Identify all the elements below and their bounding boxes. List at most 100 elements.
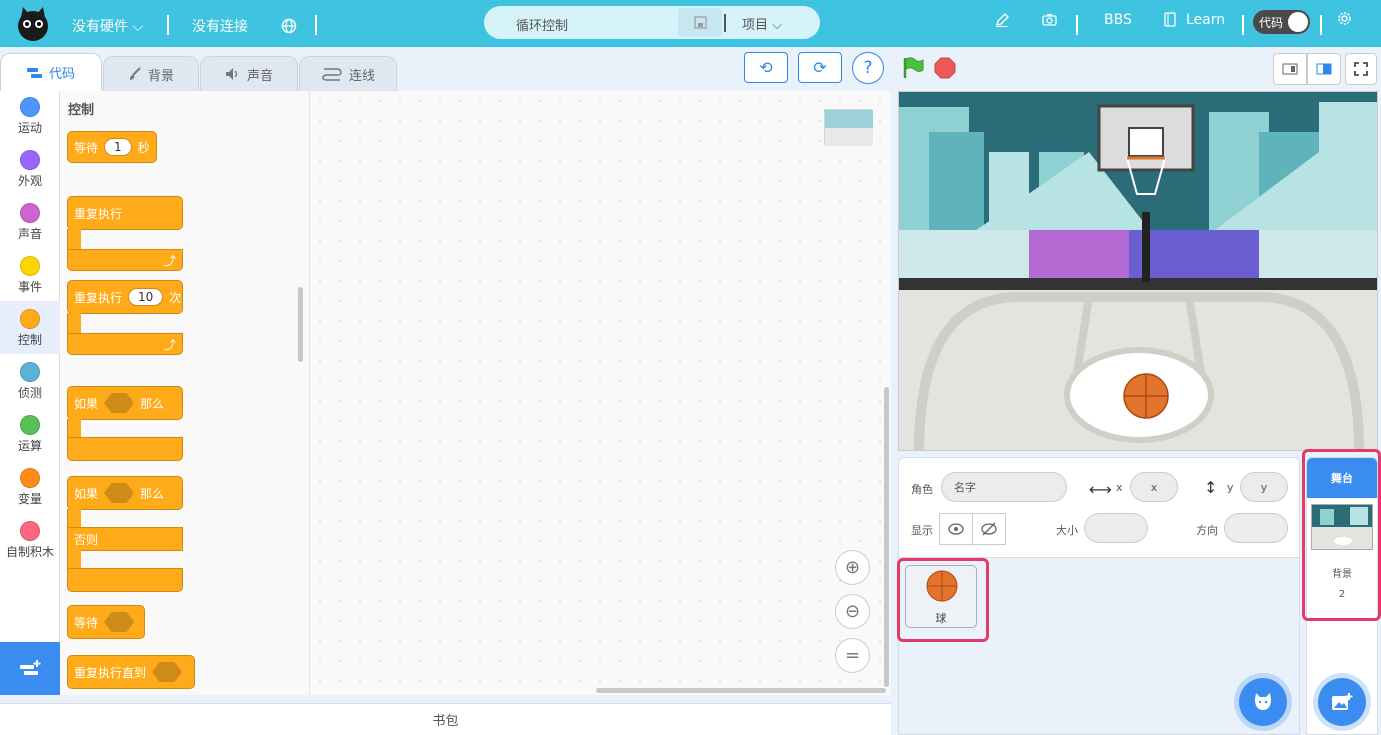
chevron-down-icon: ⌵ (772, 18, 783, 33)
redo-button[interactable]: ⟳ (798, 52, 842, 83)
block-foot (67, 568, 183, 592)
category-variables[interactable]: 变量 (0, 468, 60, 507)
save-button[interactable] (678, 8, 722, 37)
category-label: 事件 (17, 280, 42, 294)
sprite-thumbnail (824, 109, 873, 146)
workspace-hscrollbar[interactable] (596, 688, 886, 693)
zoom-out-button[interactable]: ⊖ (835, 594, 870, 629)
pencil-icon[interactable] (995, 13, 1009, 27)
direction-input[interactable] (1224, 513, 1288, 543)
category-looks[interactable]: 外观 (0, 150, 60, 189)
tab-backdrop[interactable]: 背景 (103, 56, 199, 91)
logo-icon[interactable] (14, 4, 52, 42)
divider (315, 15, 317, 35)
project-menu[interactable]: 项目 ⌵ (742, 14, 782, 33)
tab-wiring[interactable]: 连线 (299, 56, 397, 91)
category-dot (20, 97, 40, 117)
category-label: 运算 (17, 439, 42, 453)
hardware-label: 没有硬件 (72, 19, 128, 35)
code-mode-toggle[interactable]: 代码 (1253, 10, 1310, 34)
category-sensing[interactable]: 侦测 (0, 362, 60, 401)
zoom-in-icon: ⊕ (844, 557, 861, 578)
palette-heading: 控制 (68, 103, 95, 118)
x-arrow-icon: ⟷ (1089, 480, 1112, 499)
add-sprite-button[interactable] (1239, 678, 1287, 726)
help-icon: ? (863, 58, 873, 78)
backpack-bar[interactable]: 书包 (0, 703, 891, 735)
wire-icon (322, 68, 342, 81)
category-sound[interactable]: 声音 (0, 203, 60, 242)
highlight-frame (897, 558, 989, 642)
learn-link[interactable]: Learn (1186, 12, 1225, 28)
large-stage-button[interactable] (1307, 53, 1341, 85)
x-input[interactable]: x (1130, 472, 1178, 502)
undo-button[interactable]: ⟲ (744, 52, 788, 83)
block-wait-until[interactable]: 等待 (67, 605, 145, 639)
placeholder: y (1260, 480, 1268, 494)
palette-scrollbar[interactable] (298, 287, 303, 362)
green-flag-icon[interactable] (902, 56, 924, 80)
category-motion[interactable]: 运动 (0, 97, 60, 136)
add-backdrop-button[interactable] (1318, 678, 1366, 726)
code-workspace[interactable] (310, 91, 891, 695)
block-if-else[interactable]: 如果 那么 (67, 476, 183, 510)
eye-off-icon (981, 522, 997, 536)
toggle-knob (1288, 12, 1308, 32)
fullscreen-button[interactable] (1345, 53, 1377, 85)
category-operators[interactable]: 运算 (0, 415, 60, 454)
workspace-vscrollbar[interactable] (884, 387, 889, 687)
hide-sprite-button[interactable] (972, 513, 1006, 545)
block-repeat[interactable]: 重复执行 10 次 (67, 280, 183, 314)
y-input[interactable]: y (1240, 472, 1288, 502)
zoom-in-button[interactable]: ⊕ (835, 550, 870, 585)
category-label: 控制 (17, 333, 42, 347)
zoom-reset-button[interactable]: = (835, 638, 870, 673)
y-label: y (1227, 481, 1234, 494)
category-my-blocks[interactable]: 自制积木 (0, 521, 60, 560)
block-input[interactable]: 10 (128, 288, 164, 306)
stage-canvas[interactable] (898, 91, 1378, 451)
divider (1242, 15, 1244, 35)
category-events[interactable]: 事件 (0, 256, 60, 295)
block-foot (67, 437, 183, 461)
block-repeat-until[interactable]: 重复执行直到 (67, 655, 195, 689)
add-extension-button[interactable] (0, 642, 60, 695)
show-sprite-button[interactable] (939, 513, 973, 545)
small-stage-button[interactable] (1273, 53, 1307, 85)
category-control[interactable]: 控制 (0, 301, 60, 354)
block-forever[interactable]: 重复执行 (67, 196, 183, 230)
block-arm (67, 313, 81, 335)
tab-sound[interactable]: 声音 (200, 56, 298, 91)
help-button[interactable]: ? (852, 52, 884, 84)
camera-icon[interactable] (1042, 13, 1057, 26)
project-title-input[interactable]: 循环控制 (516, 15, 568, 34)
size-input[interactable] (1084, 513, 1148, 543)
category-dot (20, 203, 40, 223)
condition-slot[interactable] (152, 662, 183, 682)
block-if-then[interactable]: 如果 那么 (67, 386, 183, 420)
divider (167, 15, 169, 35)
tab-code[interactable]: 代码 (0, 53, 102, 91)
zoom-out-icon: ⊖ (844, 601, 861, 622)
condition-slot[interactable] (104, 483, 135, 503)
brush-icon (129, 67, 141, 80)
eye-icon (948, 523, 964, 535)
condition-slot[interactable] (104, 612, 135, 632)
size-label: 大小 (1056, 524, 1078, 537)
block-input[interactable]: 1 (104, 138, 132, 156)
hardware-menu[interactable]: 没有硬件 ⌵ (72, 16, 143, 36)
globe-icon[interactable] (281, 18, 297, 34)
stop-icon[interactable] (934, 57, 956, 79)
block-foot: ⤴ (67, 333, 183, 355)
cat-add-icon (1255, 693, 1271, 710)
gear-icon[interactable] (1337, 11, 1352, 26)
condition-slot[interactable] (104, 393, 135, 413)
block-text: 重复执行直到 (74, 665, 147, 680)
block-text: 次 (169, 290, 182, 305)
block-wait-seconds[interactable]: 等待 1 秒 (67, 131, 157, 163)
connection-menu[interactable]: 没有连接 (192, 16, 248, 36)
sprite-name-input[interactable]: 名字 (941, 472, 1067, 502)
block-text: 那么 (140, 486, 165, 501)
bbs-link[interactable]: BBS (1104, 12, 1132, 28)
speaker-icon (225, 68, 238, 80)
